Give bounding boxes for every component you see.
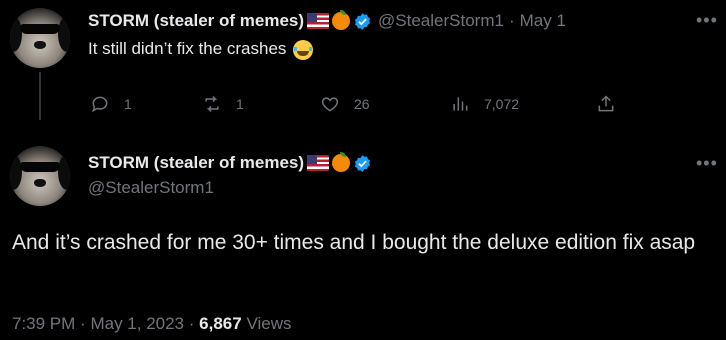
tweet-date[interactable]: May 1	[520, 11, 566, 31]
author-handle[interactable]: @StealerStorm1	[378, 11, 504, 31]
views-icon	[453, 97, 468, 111]
author-name[interactable]: STORM (stealer of memes)	[88, 11, 304, 31]
reply-action[interactable]: 1	[90, 94, 132, 114]
share-icon	[598, 95, 614, 112]
separator-dot: ·	[508, 11, 515, 30]
views-action[interactable]: 7,072	[450, 94, 519, 114]
views-count: 6,867	[199, 314, 242, 333]
separator-dot: ·	[188, 314, 195, 333]
tweet-time[interactable]: 7:39 PM	[12, 314, 75, 333]
reply-tweet-text: It still didn’t fix the crashes	[88, 38, 314, 60]
separator-dot: ·	[80, 314, 86, 333]
more-icon[interactable]: •••	[696, 10, 718, 31]
avatar[interactable]	[10, 8, 70, 68]
more-icon[interactable]: •••	[696, 153, 718, 174]
retweet-icon	[205, 95, 219, 113]
share-action[interactable]	[596, 94, 616, 114]
thread-line	[39, 72, 41, 120]
reply-tweet-header: STORM (stealer of memes) @StealerStorm1 …	[88, 10, 566, 31]
orange-emoji-icon	[332, 10, 351, 30]
avatar[interactable]	[10, 146, 70, 206]
tweet-meta: 7:39 PM · May 1, 2023 · 6,867 Views	[12, 314, 291, 334]
reply-text: It still didn’t fix the crashes	[88, 39, 287, 58]
reply-icon	[92, 96, 108, 113]
author-name[interactable]: STORM (stealer of memes)	[88, 153, 304, 173]
reply-count: 1	[124, 96, 132, 112]
like-count: 26	[354, 96, 370, 112]
face-with-tears-of-joy-icon	[293, 39, 314, 60]
like-icon	[321, 97, 339, 112]
main-tweet-header: STORM (stealer of memes)	[88, 152, 372, 173]
orange-emoji-icon	[332, 152, 351, 172]
us-flag-icon	[307, 13, 330, 29]
views-count: 7,072	[484, 96, 520, 112]
author-handle[interactable]: @StealerStorm1	[88, 178, 214, 198]
retweet-count: 1	[236, 96, 244, 112]
verified-badge-icon[interactable]	[353, 154, 372, 173]
like-action[interactable]: 26	[320, 94, 370, 114]
verified-badge-icon[interactable]	[353, 12, 372, 31]
retweet-action[interactable]: 1	[202, 94, 244, 114]
views-label: Views	[246, 314, 292, 333]
us-flag-icon	[307, 155, 330, 171]
main-tweet-text: And it’s crashed for me 30+ times and I …	[12, 231, 696, 254]
tweet-date[interactable]: May 1, 2023	[90, 314, 184, 333]
